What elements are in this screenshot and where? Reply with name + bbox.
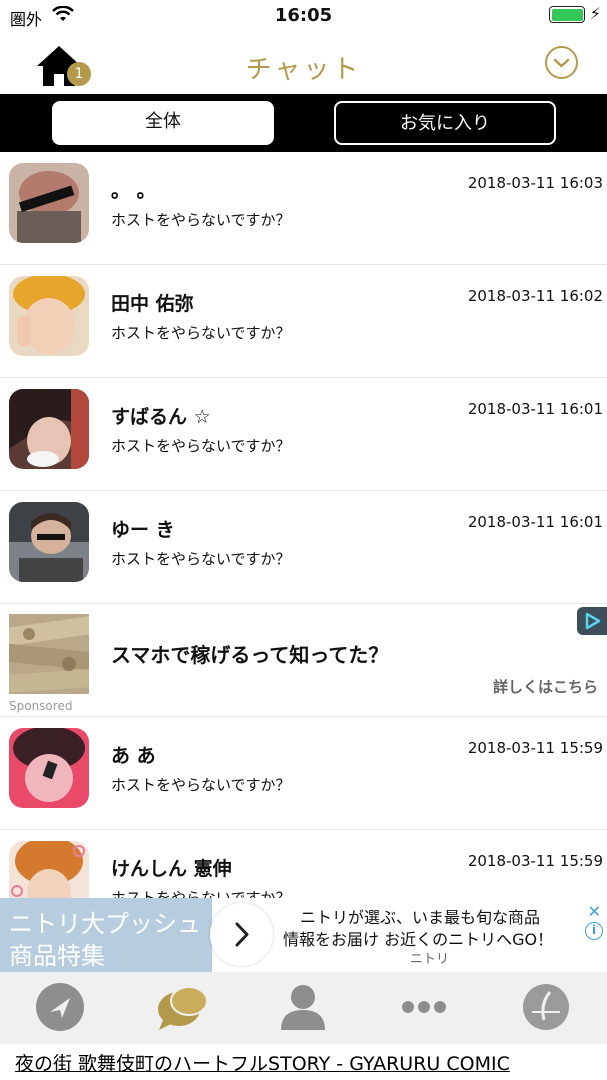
chat-time: 2018-03-11 15:59: [467, 852, 603, 870]
avatar: [9, 163, 89, 243]
chat-name: あ あ: [111, 745, 156, 767]
banner-ad-brand: ニトリ: [410, 952, 450, 967]
banner-ad[interactable]: ニトリ大プッシュ 商品特集 ニトリが選ぶ、いま最も旬な商品 情報をお届け お近く…: [0, 898, 607, 972]
chat-row[interactable]: すばるん ☆ 2018-03-11 16:01 ホストをやらないですか？: [0, 378, 607, 491]
battery-icon: [549, 6, 585, 23]
chat-name: ゆー き: [111, 519, 175, 541]
more-dots-icon: [402, 1001, 446, 1013]
avatar: [9, 502, 89, 582]
chevron-down-button[interactable]: [545, 46, 578, 79]
avatar: [9, 276, 89, 356]
clock: 16:05: [274, 5, 333, 26]
chat-bubbles-icon: [158, 986, 208, 1030]
app-logo-icon: [523, 984, 569, 1030]
chat-time: 2018-03-11 15:59: [467, 739, 603, 757]
chat-row[interactable]: 田中 佑弥 2018-03-11 16:02 ホストをやらないですか？: [0, 265, 607, 378]
ad-choices-icon[interactable]: [577, 607, 607, 635]
chat-row[interactable]: 。 。 2018-03-11 16:03 ホストをやらないですか？: [0, 152, 607, 265]
location-arrow-icon: [36, 983, 84, 1031]
chevron-right-icon: [235, 922, 249, 947]
banner-ad-headline: ニトリ大プッシュ: [9, 910, 201, 938]
banner-ad-subheadline: 商品特集: [9, 942, 105, 970]
chat-time: 2018-03-11 16:03: [467, 174, 603, 192]
tab-chat[interactable]: [155, 982, 211, 1032]
bottom-tab-bar: [0, 972, 607, 1044]
close-icon[interactable]: ✕: [588, 902, 601, 921]
avatar: [9, 389, 89, 469]
chat-row[interactable]: あ あ 2018-03-11 15:59 ホストをやらないですか？: [0, 717, 607, 830]
marquee-link[interactable]: 夜の街 歌舞伎町のハートフルSTORY - GYARURU COMIC: [15, 1049, 510, 1076]
ad-image: [9, 614, 89, 694]
chat-message: ホストをやらないですか？: [111, 550, 291, 568]
ad-details-link[interactable]: 詳しくはこちら: [493, 676, 598, 697]
page-title: チャット: [245, 55, 362, 85]
charging-icon: ⚡: [589, 4, 601, 23]
chevron-down-icon: [553, 58, 570, 68]
tab-more[interactable]: [396, 982, 452, 1032]
chat-list: 。 。 2018-03-11 16:03 ホストをやらないですか？ 田中 佑弥 …: [0, 152, 607, 898]
info-icon[interactable]: i: [585, 922, 603, 940]
chat-message: ホストをやらないですか？: [111, 324, 291, 342]
chat-message: ホストをやらないですか？: [111, 437, 291, 455]
chat-message: ホストをやらないですか？: [111, 211, 291, 229]
avatar: [9, 728, 89, 808]
tab-nearby[interactable]: [32, 982, 88, 1032]
marquee-banner[interactable]: 夜の街 歌舞伎町のハートフルSTORY - GYARURU COMIC: [0, 1044, 607, 1080]
tab-all[interactable]: 全体: [52, 101, 274, 145]
chat-message: ホストをやらないですか？: [111, 889, 291, 898]
chat-row[interactable]: ゆー き 2018-03-11 16:01 ホストをやらないですか？: [0, 491, 607, 604]
banner-ad-arrow-button[interactable]: [210, 903, 273, 966]
tab-favorites[interactable]: お気に入り: [334, 101, 556, 145]
sponsored-item[interactable]: Sponsored スマホで稼げるって知ってた？ 詳しくはこちら: [0, 604, 607, 717]
user-icon: [281, 985, 325, 1030]
tab-app[interactable]: [518, 982, 574, 1032]
chat-time: 2018-03-11 16:02: [467, 287, 603, 305]
tab-profile[interactable]: [275, 982, 331, 1032]
chat-name: 田中 佑弥: [111, 293, 194, 315]
banner-ad-text-line2: 情報をお届け お近くのニトリへGO！: [283, 930, 554, 949]
chat-time: 2018-03-11 16:01: [467, 513, 603, 531]
chat-time: 2018-03-11 16:01: [467, 400, 603, 418]
status-bar: 圏外 16:05 ⚡: [0, 0, 607, 32]
chat-name: 。 。: [111, 180, 156, 202]
chat-message: ホストをやらないですか？: [111, 776, 291, 794]
banner-ad-text-line1: ニトリが選ぶ、いま最も旬な商品: [300, 908, 541, 927]
chat-name: すばるん ☆: [111, 406, 211, 428]
avatar: [9, 841, 89, 898]
filter-tabs: 全体 お気に入り: [0, 94, 607, 152]
ad-title: スマホで稼げるって知ってた？: [111, 643, 389, 667]
chat-name: けんしん 憲伸: [111, 858, 232, 880]
nav-header: 1 チャット: [0, 32, 607, 94]
chat-row[interactable]: けんしん 憲伸 2018-03-11 15:59 ホストをやらないですか？: [0, 830, 607, 898]
sponsored-label: Sponsored: [9, 699, 73, 713]
